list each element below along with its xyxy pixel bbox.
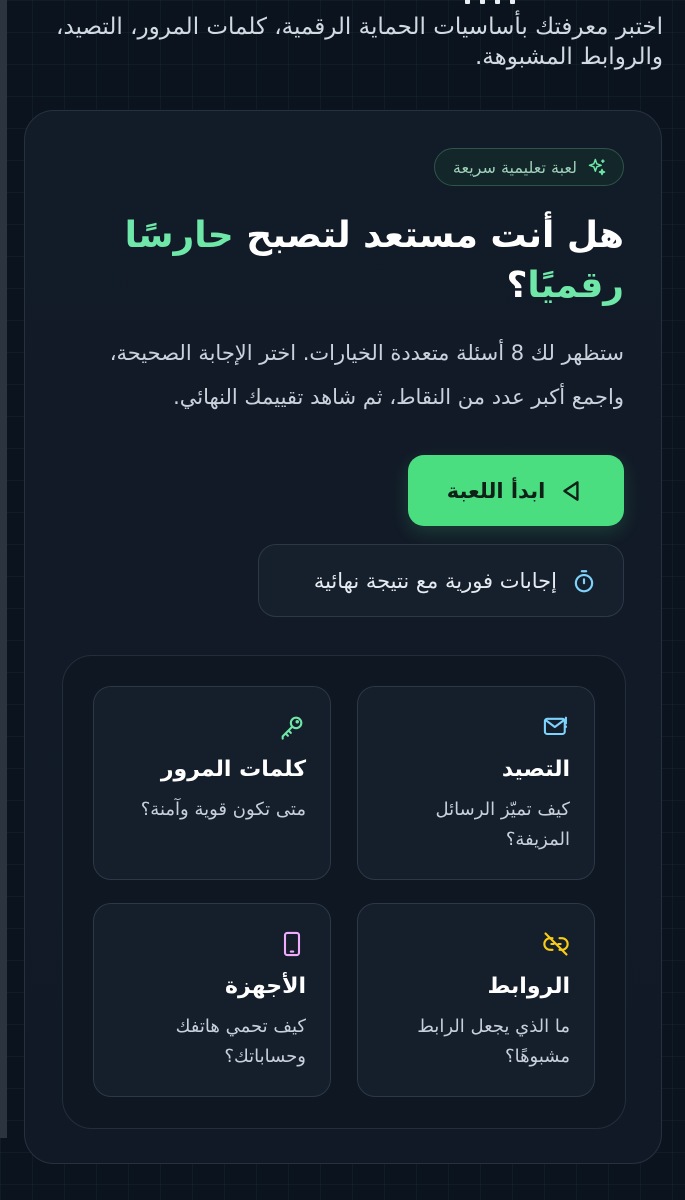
intro-text: اختبر معرفتك بأساسيات الحماية الرقمية، ك… bbox=[56, 14, 663, 70]
topic-title: كلمات المرور bbox=[160, 757, 306, 782]
title-part-2: ؟ bbox=[506, 265, 528, 306]
topic-title: التصيد bbox=[501, 757, 570, 782]
left-edge-bar bbox=[0, 0, 7, 1138]
start-button-label: ابدأ اللعبة bbox=[446, 478, 546, 503]
topic-title: الروابط bbox=[487, 974, 570, 999]
game-badge: لعبة تعليمية سريعة bbox=[433, 148, 624, 186]
topic-description: كيف تحمي هاتفك وحساباتك؟ bbox=[175, 1016, 306, 1067]
sparkles-icon bbox=[588, 158, 606, 176]
mail-alert-icon bbox=[543, 716, 567, 736]
game-card: لعبة تعليمية سريعة هل أنت مستعد لتصبح حا… bbox=[24, 110, 662, 1164]
page-title: هل أنت مستعد لتصبح حارسًا رقميًا؟ bbox=[54, 211, 624, 311]
topic-title: الأجهزة bbox=[225, 974, 306, 999]
cut-off-heading-fragment bbox=[465, 0, 605, 6]
topic-card-devices: الأجهزة كيف تحمي هاتفك وحساباتك؟ bbox=[93, 903, 331, 1097]
topic-card-phishing: التصيد كيف تميّز الرسائل المزيفة؟ bbox=[357, 686, 595, 880]
topic-card-passwords: كلمات المرور متى تكون قوية وآمنة؟ bbox=[93, 686, 331, 880]
badge-label: لعبة تعليمية سريعة bbox=[452, 157, 577, 177]
info-pill-label: إجابات فورية مع نتيجة نهائية bbox=[313, 568, 557, 593]
title-part-1: هل أنت مستعد لتصبح bbox=[233, 215, 624, 256]
topic-card-links: الروابط ما الذي يجعل الرابط مشبوهًا؟ bbox=[357, 903, 595, 1097]
topics-grid: التصيد كيف تميّز الرسائل المزيفة؟ كلمات … bbox=[62, 655, 626, 1129]
play-icon bbox=[563, 480, 579, 501]
stopwatch-icon bbox=[574, 569, 594, 592]
topic-description: ما الذي يجعل الرابط مشبوهًا؟ bbox=[417, 1016, 570, 1067]
phone-icon bbox=[283, 931, 301, 957]
start-game-button[interactable]: ابدأ اللعبة bbox=[408, 455, 624, 526]
instant-results-pill: إجابات فورية مع نتيجة نهائية bbox=[258, 544, 624, 617]
game-description: ستظهر لك 8 أسئلة متعددة الخيارات. اختر ا… bbox=[109, 341, 624, 409]
key-icon bbox=[281, 716, 303, 740]
broken-link-icon bbox=[543, 932, 569, 956]
topic-description: كيف تميّز الرسائل المزيفة؟ bbox=[435, 799, 570, 850]
topic-description: متى تكون قوية وآمنة؟ bbox=[140, 799, 306, 820]
